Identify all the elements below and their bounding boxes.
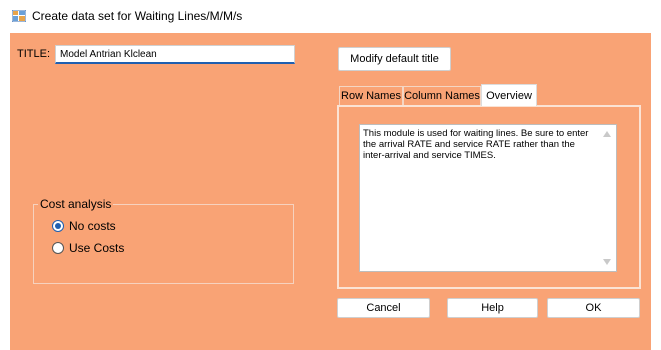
tab-column-names[interactable]: Column Names (403, 86, 481, 105)
data-grid-icon (12, 10, 26, 22)
window-title: Create data set for Waiting Lines/M/M/s (32, 9, 243, 23)
use-costs-option[interactable]: Use Costs (52, 241, 124, 255)
no-costs-radio[interactable] (52, 220, 64, 232)
tab-overview[interactable]: Overview (481, 84, 537, 106)
cost-analysis-label: Cost analysis (38, 197, 114, 211)
title-label: TITLE: (17, 48, 51, 60)
help-button[interactable]: Help (447, 298, 538, 318)
scroll-down-icon[interactable] (603, 259, 611, 265)
no-costs-label: No costs (69, 219, 116, 233)
no-costs-option[interactable]: No costs (52, 219, 116, 233)
title-input[interactable] (55, 45, 295, 64)
use-costs-radio[interactable] (52, 242, 64, 254)
scroll-up-icon[interactable] (603, 131, 611, 137)
tab-row-names[interactable]: Row Names (339, 86, 403, 105)
overview-text: This module is used for waiting lines. B… (363, 128, 589, 161)
title-bar: Create data set for Waiting Lines/M/M/s (0, 0, 661, 32)
cancel-button[interactable]: Cancel (337, 298, 430, 318)
overview-text-area[interactable]: This module is used for waiting lines. B… (359, 124, 617, 272)
ok-button[interactable]: OK (547, 298, 640, 318)
modify-default-title-button[interactable]: Modify default title (338, 47, 451, 71)
use-costs-label: Use Costs (69, 241, 125, 255)
